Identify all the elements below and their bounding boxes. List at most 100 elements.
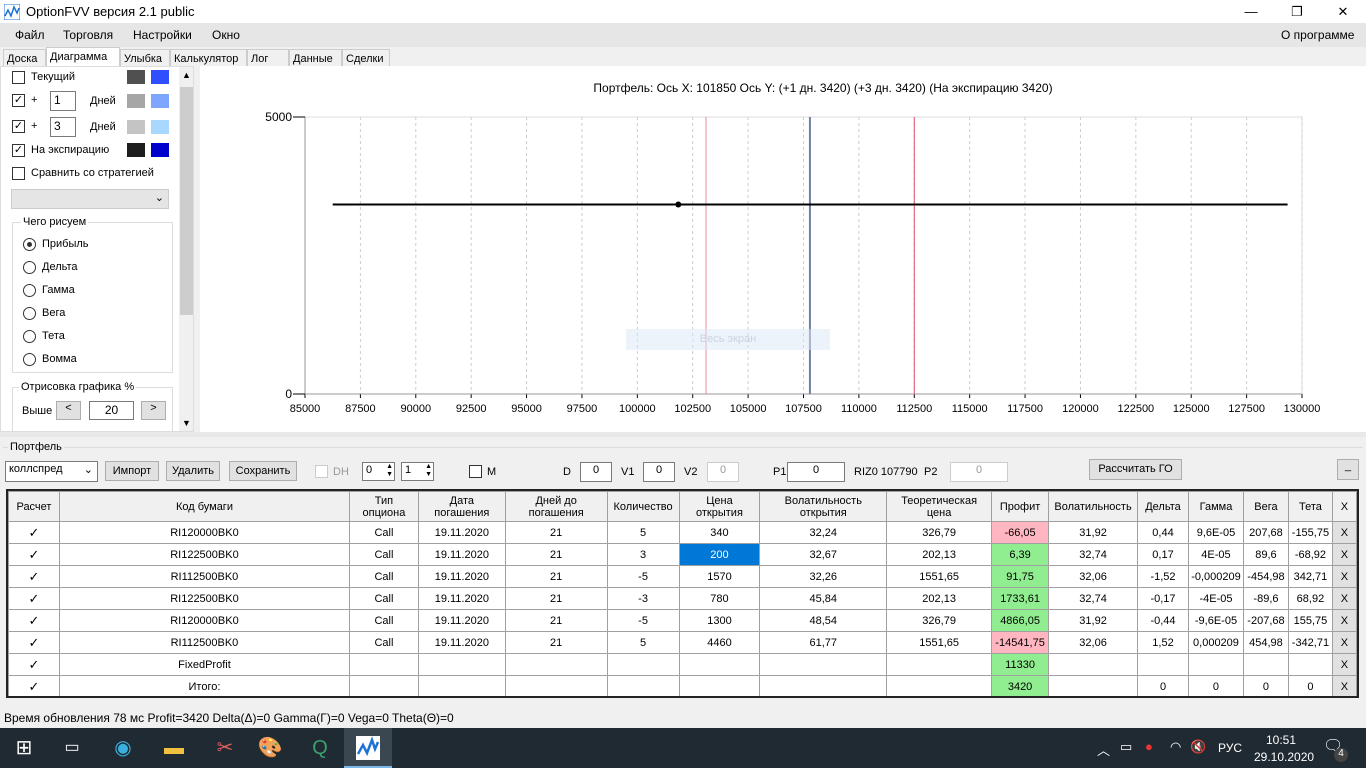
column-header[interactable]: Теоретическая цена [886,491,993,522]
delete-row-button[interactable]: X [1331,631,1357,654]
table-cell[interactable]: Call [348,565,419,588]
table-cell[interactable]: RI112500BK0 [58,565,350,588]
table-cell[interactable]: 32,06 [1048,565,1139,588]
table-cell[interactable]: 45,84 [759,587,888,610]
table-cell[interactable] [1242,653,1289,676]
table-cell[interactable]: 1300 [678,609,761,632]
plus3-color-swatch-2[interactable] [151,120,169,134]
table-cell[interactable]: -89,6 [1242,587,1289,610]
table-cell[interactable]: 340 [678,521,761,544]
table-cell[interactable]: 21 [504,587,608,610]
table-cell[interactable]: 21 [504,543,608,566]
table-cell[interactable]: 202,13 [886,587,993,610]
column-header[interactable]: Количество [606,491,680,522]
radio-profit[interactable] [23,238,36,251]
table-cell[interactable]: -68,92 [1287,543,1333,566]
above-increase-button[interactable]: > [141,401,166,420]
delete-row-button[interactable]: X [1331,653,1357,676]
table-cell[interactable]: 48,54 [759,609,888,632]
table-cell[interactable] [886,653,993,676]
table-cell[interactable]: 89,6 [1242,543,1289,566]
table-cell[interactable]: 32,74 [1048,587,1139,610]
table-cell[interactable]: Call [348,521,419,544]
column-header[interactable]: Дельта [1137,491,1189,522]
scrollbar-thumb[interactable] [180,87,193,315]
collapse-button[interactable]: _ [1337,459,1359,480]
dh-checkbox[interactable] [315,465,328,478]
column-header[interactable]: Тип опциона [348,491,419,522]
table-cell[interactable] [1137,653,1189,676]
table-cell[interactable]: -0,17 [1137,587,1189,610]
file-explorer-icon[interactable]: ▬ [150,728,198,768]
column-header[interactable]: Дней до погашения [504,491,608,522]
strategy-select[interactable]: коллспред ⌄ [5,461,98,482]
snipping-tool-icon[interactable]: ✂ [201,728,249,768]
table-row[interactable]: ✓ RI112500BK0 Call 19.11.2020 21 -5 1570 32,26 1… [8,565,1357,588]
above-decrease-button[interactable]: < [56,401,81,420]
table-cell[interactable]: Call [348,609,419,632]
table-cell[interactable]: 342,71 [1287,565,1333,588]
table-cell[interactable]: RI120000BK0 [58,521,350,544]
language-indicator[interactable]: РУС [1218,741,1242,755]
menu-trading[interactable]: Торговля [63,28,113,42]
table-cell[interactable]: RI112500BK0 [58,631,350,654]
table-cell[interactable]: -342,71 [1287,631,1333,654]
table-cell[interactable]: 326,79 [886,521,993,544]
p2-input[interactable]: 0 [950,462,1008,482]
table-cell[interactable]: 21 [504,521,608,544]
column-header[interactable]: Дата погашения [417,491,506,522]
table-cell[interactable]: 0 [1287,675,1333,696]
table-cell[interactable]: 9,6E-05 [1187,521,1244,544]
p1-input[interactable]: 0 [787,462,845,482]
profit-cell[interactable]: -66,05 [991,521,1050,544]
table-cell[interactable]: 4460 [678,631,761,654]
profit-cell[interactable]: 1733,61 [991,587,1050,610]
column-header[interactable]: Тета [1287,491,1333,522]
table-cell[interactable]: Call [348,543,419,566]
table-cell[interactable]: Call [348,587,419,610]
task-view-icon[interactable]: ▭ [48,728,96,768]
m-checkbox[interactable] [469,465,482,478]
table-cell[interactable]: 31,92 [1048,609,1139,632]
table-cell[interactable]: 207,68 [1242,521,1289,544]
table-cell[interactable]: RI120000BK0 [58,609,350,632]
fullscreen-button[interactable]: Весь экран [626,329,830,350]
table-cell[interactable] [759,675,888,696]
calculate-margin-button[interactable]: Рассчитать ГО [1089,459,1182,480]
plus1-checkbox[interactable]: ✓ [12,94,25,107]
table-cell[interactable]: 1551,65 [886,565,993,588]
table-row[interactable]: ✓ RI120000BK0 Call 19.11.2020 21 -5 1300 48,54 3… [8,609,1357,632]
table-cell[interactable]: -1,52 [1137,565,1189,588]
table-cell[interactable]: 0 [1137,675,1189,696]
column-header[interactable]: Гамма [1187,491,1244,522]
table-cell[interactable]: 32,74 [1048,543,1139,566]
table-cell[interactable]: 326,79 [886,609,993,632]
delete-row-button[interactable]: X [1331,521,1357,544]
clock-date[interactable]: 29.10.2020 [1254,750,1314,764]
calc-checkbox-cell[interactable]: ✓ [8,653,60,676]
table-cell[interactable] [886,675,993,696]
minimize-button[interactable]: — [1228,0,1274,23]
menu-settings[interactable]: Настройки [133,28,192,42]
table-cell[interactable] [348,675,419,696]
calc-checkbox-cell[interactable]: ✓ [8,609,60,632]
tab-log[interactable]: Лог [247,49,289,67]
table-cell[interactable] [1048,675,1139,696]
column-header[interactable]: Волатильность [1048,491,1139,522]
table-cell[interactable]: 3 [606,543,680,566]
tab-smile[interactable]: Улыбка [120,49,170,67]
column-header[interactable]: Код бумаги [58,491,350,522]
battery-icon[interactable]: ▭ [1120,739,1132,755]
plus1-color-swatch[interactable] [127,94,145,108]
maximize-button[interactable]: ❐ [1274,0,1320,23]
table-cell[interactable]: 32,67 [759,543,888,566]
current-checkbox[interactable] [12,71,25,84]
table-cell[interactable] [759,653,888,676]
plus1-days-input[interactable]: 1 [50,91,76,111]
table-cell[interactable]: 1551,65 [886,631,993,654]
calc-checkbox-cell[interactable]: ✓ [8,587,60,610]
profit-cell[interactable]: 91,75 [991,565,1050,588]
table-cell[interactable] [1187,653,1244,676]
table-cell[interactable]: 0,17 [1137,543,1189,566]
table-cell[interactable]: 61,77 [759,631,888,654]
